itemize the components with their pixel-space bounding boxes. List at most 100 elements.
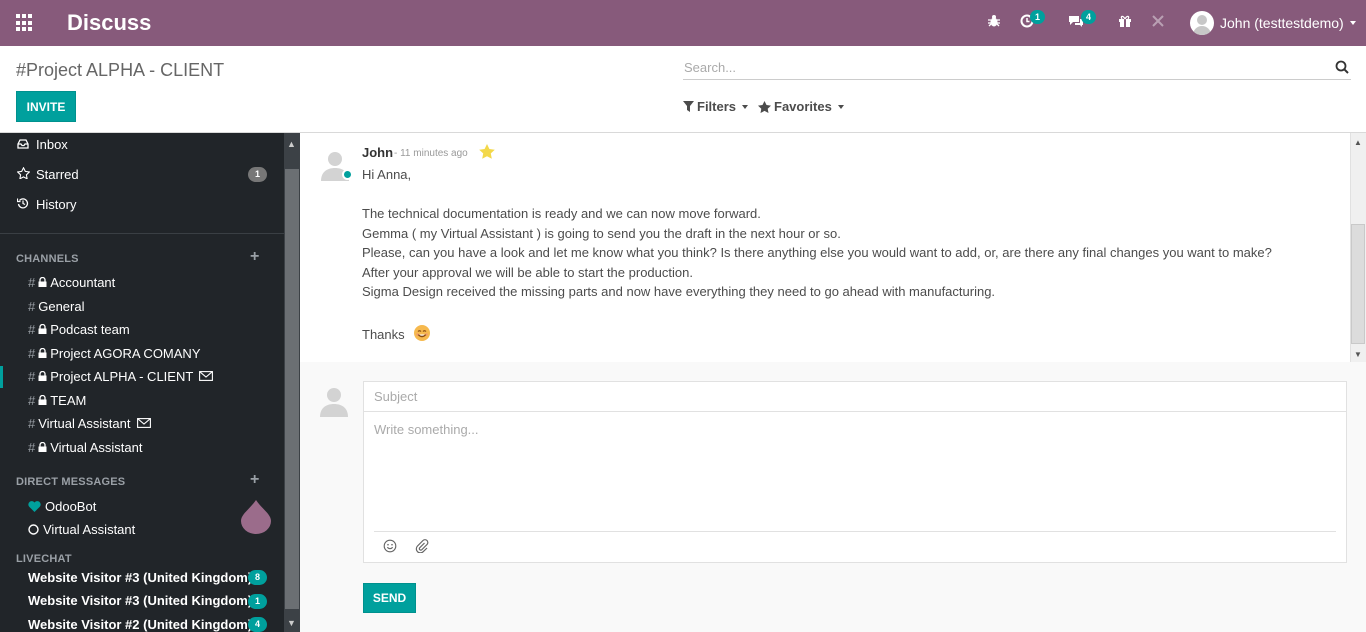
scroll-down-icon[interactable]: ▼ (1354, 350, 1362, 359)
channel-label: TEAM (50, 392, 87, 408)
channel-item[interactable]: # General (28, 296, 84, 316)
envelope-icon (199, 371, 214, 381)
lock-icon (38, 348, 47, 358)
filters-dropdown[interactable]: Filters (683, 99, 749, 114)
starred-count-badge: 1 (248, 167, 267, 182)
search-input[interactable] (683, 56, 1323, 78)
channel-item[interactable]: # Podcast team (28, 319, 130, 339)
channel-label: Accountant (50, 274, 116, 290)
channel-label: Virtual Assistant (50, 439, 143, 455)
direct-messages-header: DIRECT MESSAGES (16, 476, 126, 488)
activity-clock-icon[interactable]: 1 (1020, 10, 1045, 33)
user-avatar (1190, 11, 1214, 35)
scroll-down-icon[interactable]: ▼ (287, 618, 296, 628)
channel-label: Project AGORA COMANY (50, 345, 201, 361)
hash-icon: # (28, 345, 36, 361)
dm-item-virtual-assistant[interactable]: Virtual Assistant (28, 519, 135, 539)
sidebar-item-inbox[interactable]: Inbox (16, 133, 68, 155)
scroll-up-icon[interactable]: ▲ (287, 139, 296, 149)
lock-icon (38, 371, 47, 381)
apps-menu-icon[interactable] (16, 14, 34, 32)
hash-icon: # (28, 321, 36, 337)
emoji-icon[interactable] (383, 539, 397, 553)
hash-icon: # (28, 298, 36, 314)
add-channel-icon[interactable]: + (250, 248, 259, 266)
composer-body (363, 412, 1347, 563)
debug-bug-icon[interactable] (987, 13, 1001, 33)
sidebar-item-label: Starred (36, 166, 79, 182)
star-filled-icon (758, 100, 771, 113)
channel-item[interactable]: # Project AGORA COMANY (28, 343, 201, 363)
scroll-up-icon[interactable]: ▲ (1354, 138, 1362, 147)
message-line: Sigma Design received the missing parts … (362, 284, 996, 299)
message-line: Gemma ( my Virtual Assistant ) is going … (362, 226, 841, 241)
livechat-item[interactable]: Website Visitor #3 (United Kingdom) (28, 570, 252, 585)
hash-icon: # (28, 439, 36, 455)
envelope-icon (136, 418, 151, 428)
hash-icon: # (28, 274, 36, 290)
send-button[interactable]: SEND (363, 583, 416, 613)
close-tools-icon[interactable] (1151, 13, 1165, 33)
channel-item-active[interactable]: # Project ALPHA - CLIENT (28, 366, 214, 386)
message-body-input[interactable] (374, 422, 1334, 522)
sidebar-scrollbar-thumb[interactable] (285, 169, 299, 609)
sidebar-item-starred[interactable]: Starred (16, 163, 79, 185)
messages-badge: 4 (1081, 10, 1096, 24)
message-author[interactable]: John (362, 145, 393, 160)
paperclip-icon[interactable] (415, 539, 429, 553)
search-box (683, 56, 1351, 80)
channel-item[interactable]: # Virtual Assistant (28, 437, 143, 457)
online-status-dot (342, 169, 353, 180)
add-direct-message-icon[interactable]: + (250, 471, 259, 489)
message-line: Please, can you have a look and let me k… (362, 245, 1272, 260)
lock-icon (38, 442, 47, 452)
message-line: The technical documentation is ready and… (362, 206, 761, 221)
lock-icon (38, 395, 47, 405)
gift-icon[interactable] (1118, 13, 1132, 33)
channels-header: CHANNELS (16, 253, 79, 265)
invite-button[interactable]: INVITE (16, 91, 76, 122)
discuss-sidebar: Inbox Starred 1 History CHANNELS + # Acc… (0, 133, 300, 632)
control-panel: #Project ALPHA - CLIENT INVITE Filters F… (0, 46, 1366, 133)
channel-label: Podcast team (50, 321, 130, 337)
dm-item-odoobot[interactable]: OdooBot (28, 496, 96, 516)
channel-item[interactable]: # Virtual Assistant (28, 413, 151, 433)
favorites-dropdown[interactable]: Favorites (758, 99, 844, 114)
drop-logo-icon (241, 500, 271, 534)
chevron-down-icon (837, 104, 844, 109)
history-icon (16, 197, 30, 212)
hash-icon: # (28, 415, 36, 431)
message-line: After your approval we will be able to s… (362, 265, 693, 280)
livechat-count-badge: 4 (248, 617, 267, 632)
app-title: Discuss (67, 10, 152, 35)
message-timestamp: - 11 minutes ago (394, 148, 468, 159)
search-icon[interactable] (1335, 60, 1349, 74)
sidebar-item-label: Inbox (36, 136, 68, 152)
activity-badge: 1 (1030, 10, 1045, 24)
thread-scrollbar-thumb[interactable] (1351, 224, 1365, 344)
chevron-down-icon (742, 104, 749, 109)
channel-item[interactable]: # TEAM (28, 390, 86, 410)
filters-label: Filters (697, 99, 737, 114)
top-navbar: Discuss 1 4 John (testtestdemo) (0, 0, 1366, 46)
star-toggle-icon[interactable] (478, 143, 496, 161)
livechat-item[interactable]: Website Visitor #2 (United Kingdom) (28, 617, 252, 632)
heart-icon (28, 500, 41, 512)
livechat-count-badge: 8 (248, 570, 267, 585)
user-name: John (testtestdemo) (1220, 15, 1344, 31)
messaging-chat-icon[interactable]: 4 (1068, 10, 1096, 33)
active-channel-indicator (0, 366, 3, 388)
livechat-count-badge: 1 (248, 594, 267, 609)
channel-item[interactable]: # Accountant (28, 272, 115, 292)
channel-label: General (38, 298, 85, 314)
hash-icon: # (28, 368, 36, 384)
message: John - 11 minutes ago Hi Anna, The techn… (300, 133, 1350, 362)
lock-icon (38, 324, 47, 334)
livechat-item[interactable]: Website Visitor #3 (United Kingdom) (28, 593, 252, 608)
subject-input[interactable] (363, 381, 1347, 412)
user-menu[interactable]: John (testtestdemo) (1190, 10, 1356, 36)
lock-icon (38, 277, 47, 287)
offline-circle-icon (28, 523, 39, 535)
sidebar-item-history[interactable]: History (16, 193, 76, 215)
breadcrumb: #Project ALPHA - CLIENT (16, 60, 225, 80)
